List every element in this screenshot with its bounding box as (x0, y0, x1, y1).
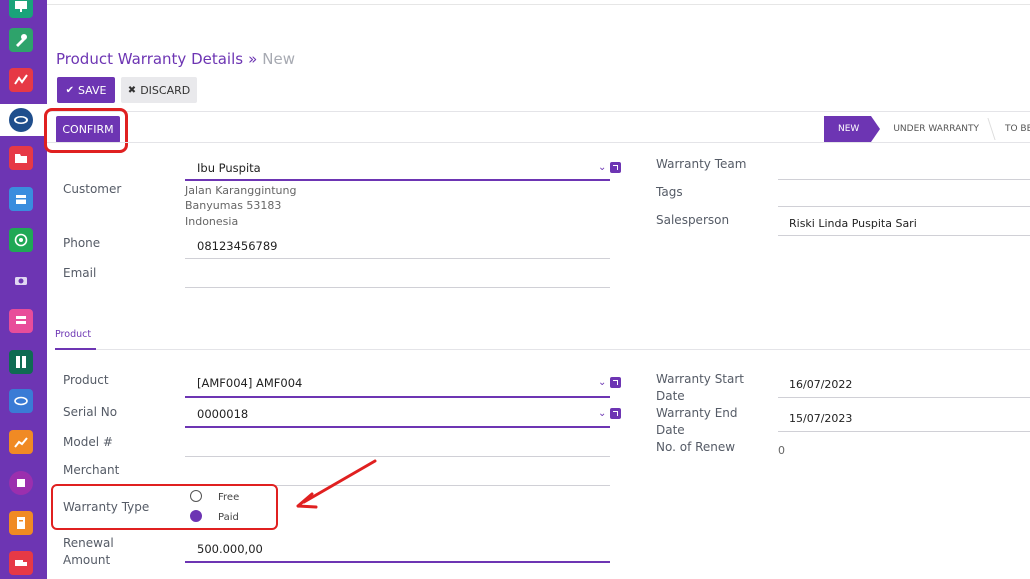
customer-address-line1: Jalan Karanggintung (185, 184, 297, 197)
warranty-team-input[interactable] (778, 160, 1028, 176)
salesperson-underline (778, 235, 1030, 236)
model-underline (185, 456, 610, 457)
check-icon: ✔ (65, 84, 74, 96)
renew-count-label: No. of Renew (656, 440, 736, 454)
model-input[interactable] (197, 437, 610, 453)
breadcrumb: Product Warranty Details » New (56, 50, 295, 68)
renewal-amount-input[interactable]: 500.000,00 (197, 542, 263, 556)
tab-product[interactable]: Product (55, 329, 91, 340)
warranty-end-label-line1: Warranty End (656, 406, 738, 420)
warranty-start-input[interactable]: 16/07/2022 (789, 378, 852, 391)
warranty-end-label-line2: Date (656, 423, 685, 437)
annotation-arrow (296, 459, 377, 509)
close-icon: ✖ (127, 84, 137, 96)
customer-label: Customer (63, 182, 122, 196)
phone-underline (185, 258, 610, 259)
breadcrumb-current: New (262, 50, 295, 68)
folder-icon[interactable] (9, 146, 33, 170)
warranty-type-highlight-box (51, 484, 278, 530)
stage-new[interactable]: NEW (824, 116, 881, 142)
warranty-team-label: Warranty Team (656, 157, 747, 171)
stage-under-warranty[interactable]: UNDER WARRANTY (871, 116, 996, 142)
product-label: Product (63, 373, 109, 387)
warranty-end-underline (778, 431, 1030, 432)
save-button[interactable]: ✔ SAVE (57, 77, 115, 103)
warranty-start-label-line2: Date (656, 389, 685, 403)
warranty-team-underline (778, 179, 1030, 180)
email-underline (185, 287, 610, 288)
product-dropdown-controls: ⌄ (598, 377, 622, 388)
stage-label: TO BE INVO (1004, 124, 1030, 134)
phone-input[interactable]: 08123456789 (197, 239, 277, 253)
warranty-end-input[interactable]: 15/07/2023 (789, 412, 852, 425)
warranty-start-underline (778, 397, 1030, 398)
library-icon[interactable] (9, 350, 33, 374)
merchant-label: Merchant (63, 463, 120, 477)
forms-icon[interactable] (9, 309, 33, 333)
customer-dropdown-controls: ⌄ (598, 162, 622, 173)
control-panel-divider (47, 111, 1030, 112)
customer-input[interactable]: Ibu Puspita (197, 161, 261, 175)
confirm-highlight-box (44, 108, 128, 153)
discard-label: DISCARD (140, 83, 191, 97)
statusbar-divider (47, 142, 1030, 143)
renewal-amount-underline (185, 561, 610, 563)
external-link-icon[interactable] (610, 408, 622, 419)
serial-dropdown-controls: ⌄ (598, 408, 622, 419)
warranty-start-label-line1: Warranty Start (656, 372, 745, 386)
stage-label: UNDER WARRANTY (893, 124, 979, 134)
tools-icon[interactable] (9, 28, 33, 52)
serial-input[interactable]: 0000018 (197, 407, 248, 421)
customer-address-line2: Banyumas 53183 (185, 199, 282, 212)
presentation-icon[interactable] (9, 0, 33, 18)
email-label: Email (63, 266, 97, 280)
sticky-note-icon[interactable] (9, 471, 33, 495)
camera-icon[interactable] (9, 268, 33, 292)
app-sidebar (0, 0, 47, 579)
customer-input-underline (185, 179, 610, 181)
model-label: Model # (63, 435, 113, 449)
tags-underline (778, 206, 1030, 207)
phone-label: Phone (63, 236, 101, 250)
tags-label: Tags (656, 185, 683, 199)
tabs-divider (96, 349, 1030, 350)
box-icon[interactable] (9, 187, 33, 211)
tags-input[interactable] (778, 188, 1028, 204)
breadcrumb-parent[interactable]: Product Warranty Details (56, 50, 243, 68)
renewal-amount-label-line2: Amount (63, 553, 111, 567)
top-bar (47, 0, 1030, 5)
tab-product-underline (55, 348, 96, 350)
warranty-app-icon[interactable] (9, 108, 33, 132)
product-input[interactable]: [AMF004] AMF004 (197, 376, 302, 390)
delivery-icon[interactable] (9, 551, 33, 575)
customer-address-line3: Indonesia (185, 215, 239, 228)
salesperson-input[interactable]: Riski Linda Puspita Sari (789, 217, 917, 230)
chevron-down-icon[interactable]: ⌄ (598, 162, 606, 173)
stage-label: NEW (838, 124, 860, 134)
stage-to-be-invoiced[interactable]: TO BE INVO (991, 116, 1030, 142)
invoice-icon[interactable] (9, 511, 33, 535)
external-link-icon[interactable] (610, 162, 622, 173)
renew-count-value: 0 (778, 444, 785, 457)
merchant-input[interactable] (197, 466, 610, 482)
product-input-underline (185, 396, 610, 398)
chevron-down-icon[interactable]: ⌄ (598, 408, 606, 419)
serial-input-underline (185, 426, 610, 428)
status-bar: NEW UNDER WARRANTY TO BE INVO (824, 116, 1030, 142)
discard-button[interactable]: ✖ DISCARD (121, 77, 197, 103)
save-label: SAVE (77, 83, 107, 97)
email-input[interactable] (197, 268, 610, 284)
whatsapp-icon[interactable] (9, 228, 33, 252)
handshake-icon[interactable] (9, 389, 33, 413)
salesperson-label: Salesperson (656, 213, 730, 227)
activity-icon[interactable] (9, 68, 33, 92)
serial-label: Serial No (63, 405, 118, 419)
renewal-amount-label-line1: Renewal (63, 536, 114, 550)
chevron-down-icon[interactable]: ⌄ (598, 377, 606, 388)
external-link-icon[interactable] (610, 377, 622, 388)
chart-icon[interactable] (9, 430, 33, 454)
breadcrumb-separator: » (248, 50, 258, 68)
